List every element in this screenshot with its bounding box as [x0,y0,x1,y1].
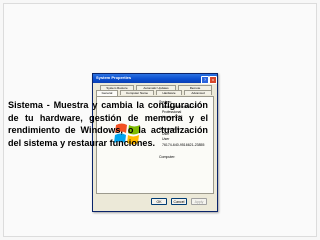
computer-label: Computer: [159,155,176,159]
apply-button[interactable]: Apply [191,198,207,205]
slide-background: System Properties ? x System Restore Aut… [0,0,320,240]
tab-hardware[interactable]: Hardware [156,90,182,95]
cancel-button[interactable]: Cancel [171,198,187,205]
ok-button[interactable]: OK [151,198,167,205]
tab-computer-name[interactable]: Computer Name [120,90,154,95]
help-button[interactable]: ? [201,75,209,84]
slide-caption: Sistema - Muestra y cambia la configurac… [8,100,208,148]
close-button[interactable]: x [209,75,217,84]
dialog-titlebar[interactable]: System Properties ? x [93,74,217,84]
dialog-title: System Properties [96,75,132,80]
tab-advanced[interactable]: Advanced [184,90,212,95]
